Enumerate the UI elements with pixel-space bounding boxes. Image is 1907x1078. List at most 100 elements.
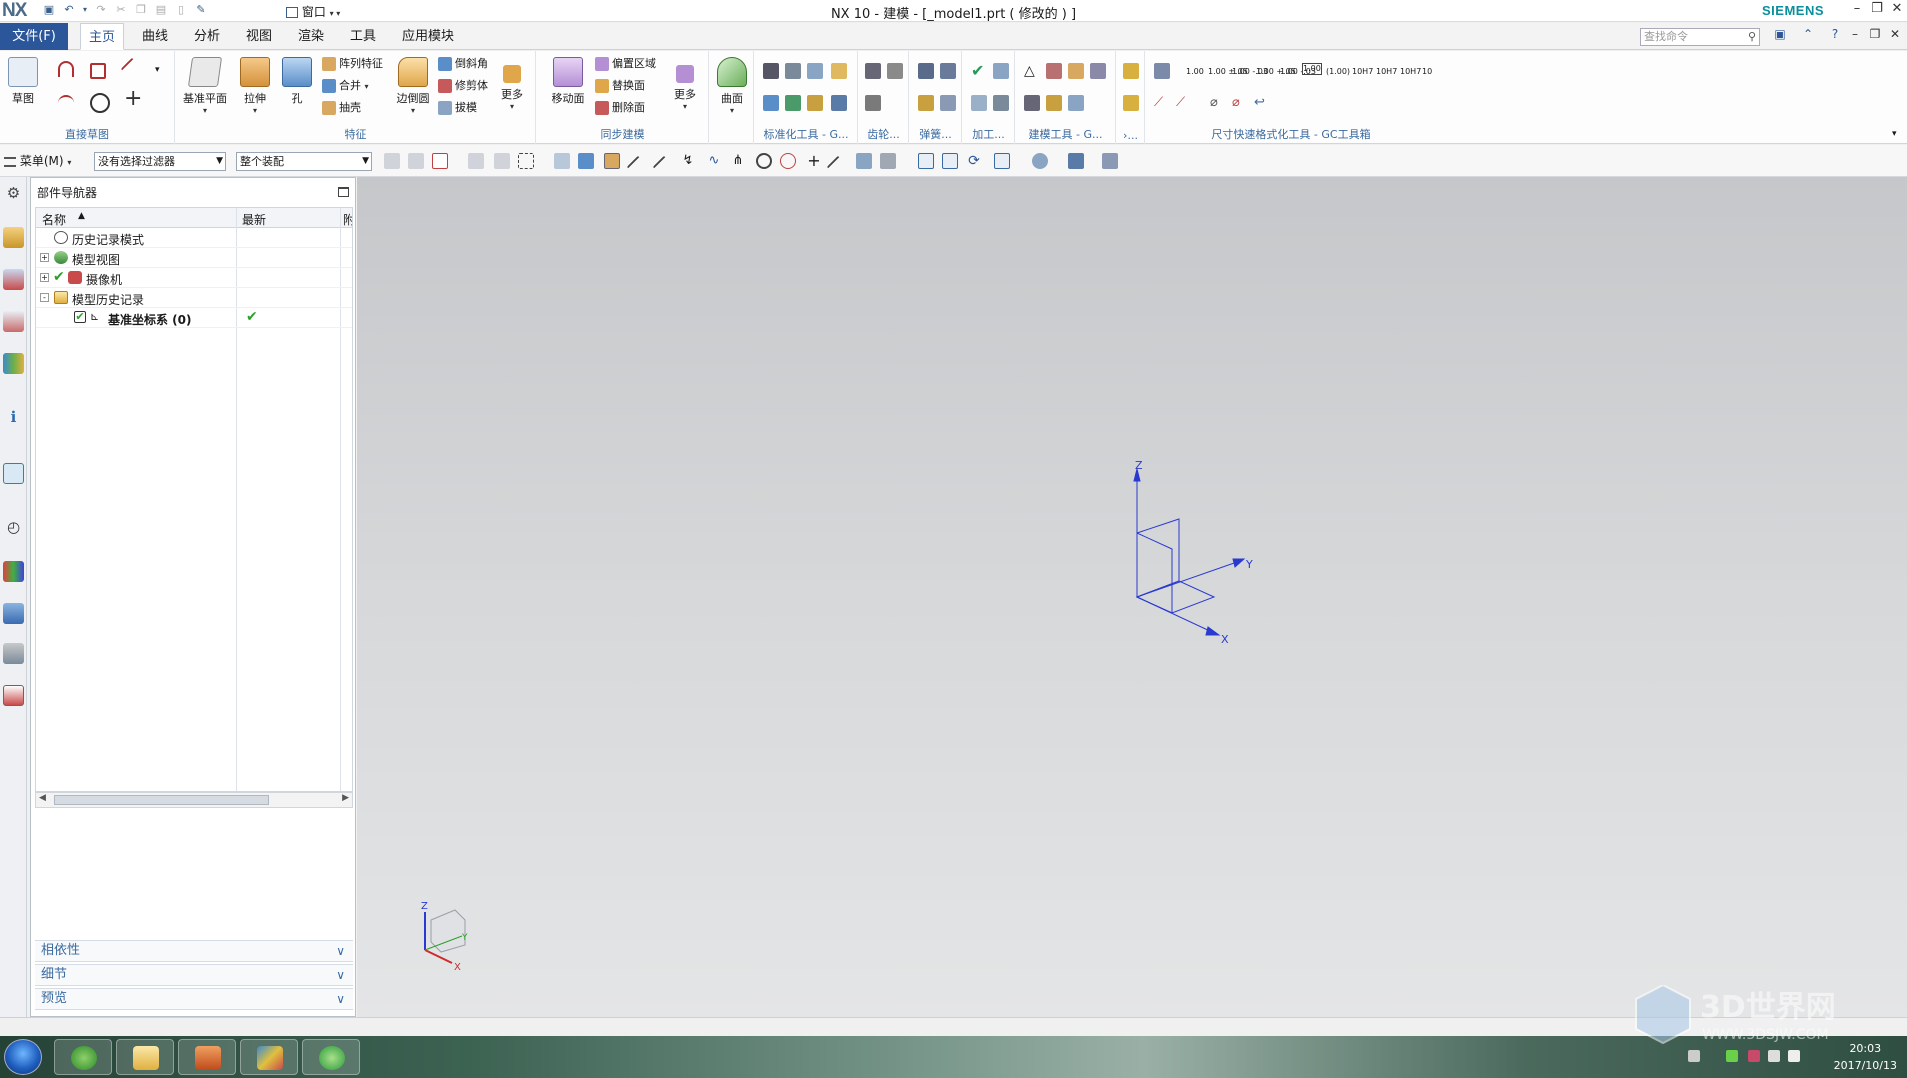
column-header-name[interactable]: 名称 <box>42 211 66 228</box>
selection-scope-select[interactable]: 整个装配 ▼ <box>236 152 372 171</box>
extrude-button[interactable]: 拉伸 ▾ <box>232 57 278 115</box>
filter-tool-2-icon[interactable] <box>408 153 424 169</box>
window-layout-icon[interactable]: ▣ <box>1771 27 1789 45</box>
tab-home[interactable]: 主页 <box>80 23 125 50</box>
surface-button[interactable]: 曲面 ▾ <box>710 57 754 115</box>
misc-tool-2-icon[interactable] <box>1123 95 1139 111</box>
tray-clock[interactable]: 20:03 2017/10/13 <box>1834 1040 1897 1074</box>
search-icon[interactable]: ⚲ <box>1748 29 1756 45</box>
circle-center-snap-icon[interactable] <box>756 153 772 169</box>
ribbon-options-icon[interactable]: ▾ <box>1892 129 1897 139</box>
select-body-icon[interactable] <box>578 153 594 169</box>
keyboard-icon[interactable] <box>1688 1050 1700 1062</box>
taskbar-app-nx[interactable] <box>240 1039 298 1075</box>
type-filter-select[interactable]: 没有选择过滤器 ▼ <box>94 152 226 171</box>
arc-center-snap-icon[interactable]: ⋔ <box>730 153 746 169</box>
taskbar-app-1[interactable] <box>54 1039 112 1075</box>
hole-button[interactable]: 孔 <box>274 57 320 106</box>
diameter-red-icon[interactable]: ⌀ <box>1232 95 1248 111</box>
profile-icon[interactable] <box>58 61 74 77</box>
expand-icon[interactable]: + <box>40 273 49 282</box>
datum-plane-button[interactable]: 基准平面 ▾ <box>178 57 232 115</box>
replace-face-button[interactable]: 替换面 <box>595 77 645 95</box>
system-scene-icon[interactable] <box>3 643 24 664</box>
midpoint-snap-icon[interactable] <box>652 155 676 179</box>
fit-view-icon[interactable] <box>918 153 934 169</box>
doc-close-button[interactable]: ✕ <box>1886 27 1904 45</box>
machining-tool-3-icon[interactable] <box>971 95 987 111</box>
window-menu[interactable]: 窗口 ▾ ▾ <box>286 3 340 20</box>
dim-format-9[interactable]: 10H7 <box>1376 63 1397 81</box>
circle-icon[interactable] <box>90 93 110 113</box>
expand-icon[interactable]: + <box>40 253 49 262</box>
minimize-button[interactable]: – <box>1847 1 1867 16</box>
tab-analysis[interactable]: 分析 <box>186 23 228 50</box>
bounded-snap-icon[interactable] <box>880 153 896 169</box>
network-icon[interactable] <box>1726 1050 1738 1062</box>
shell-button[interactable]: 抽壳 <box>322 99 361 117</box>
zoom-view-icon[interactable] <box>942 153 958 169</box>
maximize-panel-icon[interactable] <box>338 187 349 197</box>
scroll-left-icon[interactable]: ◀ <box>39 793 46 803</box>
reuse-library-icon[interactable] <box>3 353 24 374</box>
filter-tool-1-icon[interactable] <box>384 153 400 169</box>
gc-tool-3-icon[interactable] <box>807 63 823 79</box>
pattern-feature-button[interactable]: 阵列特征 <box>322 55 383 73</box>
spring-tool-2-icon[interactable] <box>940 63 956 79</box>
main-menu-button[interactable]: 菜单(M) ▾ <box>4 152 71 169</box>
taskbar-app-browser[interactable] <box>302 1039 360 1075</box>
move-face-button[interactable]: 移动面 <box>543 57 593 106</box>
horizontal-scrollbar[interactable]: ◀ ▶ <box>35 792 353 808</box>
collapse-icon[interactable]: - <box>40 293 49 302</box>
dim-edit-icon[interactable]: ⟋ <box>1154 95 1170 111</box>
misc-tool-1-icon[interactable] <box>1123 63 1139 79</box>
edge-blend-button[interactable]: 边倒圆 ▾ <box>390 57 436 115</box>
touch-mode-icon[interactable]: ✎ <box>194 3 208 17</box>
gc-tool-7-icon[interactable] <box>807 95 823 111</box>
rectangle-icon[interactable] <box>90 63 106 79</box>
undo-icon[interactable]: ↶ <box>62 3 76 17</box>
arc-icon[interactable] <box>58 95 74 111</box>
dim-format-8[interactable]: 10H7 <box>1352 63 1373 81</box>
view-triad[interactable]: Z X Y <box>357 177 468 973</box>
gc-tool-2-icon[interactable] <box>785 63 801 79</box>
tab-view[interactable]: 视图 <box>238 23 280 50</box>
tab-application[interactable]: 应用模块 <box>394 23 462 50</box>
command-search-input[interactable]: 查找命令 ⚲ <box>1640 28 1760 46</box>
machining-tool-2-icon[interactable] <box>993 63 1009 79</box>
repeat-command-icon[interactable]: ▯ <box>174 3 188 17</box>
triangle-icon[interactable]: △ <box>1024 63 1040 79</box>
dim-tool-icon[interactable] <box>1154 63 1170 79</box>
gear-tool-1-icon[interactable] <box>865 63 881 79</box>
view-cube-icon[interactable] <box>1068 153 1084 169</box>
snap-points-icon[interactable] <box>604 153 620 169</box>
collapse-ribbon-icon[interactable]: ⌃ <box>1799 27 1817 45</box>
dim-format-6[interactable]: 1.00 <box>1302 63 1322 75</box>
chamfer-button[interactable]: 倒斜角 <box>438 55 488 73</box>
visibility-check-icon[interactable]: ✔ <box>53 269 65 285</box>
close-button[interactable]: ✕ <box>1887 1 1907 16</box>
control-point-icon[interactable]: ↯ <box>680 153 696 169</box>
hd3d-tools-icon[interactable] <box>3 685 24 706</box>
gc-tool-5-icon[interactable] <box>763 95 779 111</box>
feature-more-button[interactable]: 更多 ▾ <box>494 57 530 111</box>
select-face-icon[interactable] <box>554 153 570 169</box>
rotate-view-icon[interactable]: ⟳ <box>966 153 982 169</box>
sketch-button[interactable]: 草图 <box>0 57 46 106</box>
model-tool-7-icon[interactable] <box>1068 95 1084 111</box>
tree-row-datum-csys[interactable]: ✔ ⊾ 基准坐标系 (0) ✔ <box>36 308 352 328</box>
model-tool-3-icon[interactable] <box>1068 63 1084 79</box>
restore-button[interactable]: ❐ <box>1867 1 1887 16</box>
tab-render[interactable]: 渲染 <box>290 23 332 50</box>
dim-format-7[interactable]: (1.00) <box>1326 63 1350 81</box>
taskbar-app-media[interactable] <box>178 1039 236 1075</box>
on-curve-snap-icon[interactable] <box>826 155 850 179</box>
orient-view-icon[interactable] <box>994 153 1010 169</box>
details-panel[interactable]: 细节 ∨ <box>35 964 353 986</box>
datum-csys[interactable] <box>1133 468 1246 636</box>
gc-tool-6-icon[interactable] <box>785 95 801 111</box>
spring-tool-4-icon[interactable] <box>940 95 956 111</box>
delete-face-button[interactable]: 删除面 <box>595 99 645 117</box>
tree-row-model-history[interactable]: - 模型历史记录 <box>36 288 352 308</box>
help-icon[interactable]: ? <box>1826 27 1844 45</box>
